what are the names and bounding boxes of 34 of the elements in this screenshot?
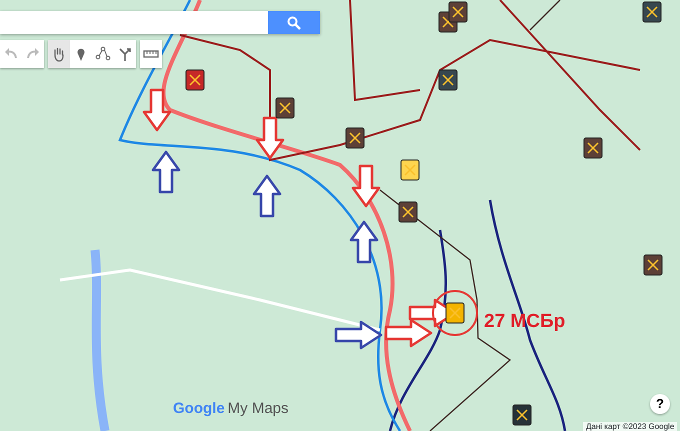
- unit-emblem-icon: [400, 160, 420, 180]
- unit-emblem-icon: [186, 70, 204, 90]
- counterattack-arrow: [350, 220, 378, 264]
- pan-tool-button[interactable]: [48, 40, 70, 68]
- unit-emblem-icon: [438, 70, 458, 90]
- counterattack-arrow: [252, 174, 282, 218]
- search-button[interactable]: [268, 11, 320, 34]
- unit-emblem-icon: [448, 2, 468, 22]
- search-field[interactable]: [0, 11, 268, 34]
- attack-arrow: [256, 116, 284, 160]
- help-button[interactable]: ?: [650, 394, 670, 414]
- ruler-button[interactable]: [140, 40, 162, 68]
- marker-tool-button[interactable]: [70, 40, 92, 68]
- unit-emblem-icon: [398, 202, 418, 222]
- unit-emblem-icon: [644, 254, 662, 276]
- route-tool-button[interactable]: [114, 40, 136, 68]
- unit-emblem-icon: [446, 302, 464, 324]
- attack-arrow: [384, 318, 432, 348]
- line-icon: [95, 46, 111, 62]
- attack-arrow: [352, 164, 380, 208]
- search-icon: [287, 16, 301, 30]
- product-name: My Maps: [228, 399, 289, 419]
- unit-emblem-icon: [642, 2, 662, 22]
- map-attribution: Дані карт ©2023 Google: [583, 422, 678, 431]
- google-logo: Google: [173, 399, 225, 419]
- unit-emblem-icon: [276, 98, 294, 118]
- counterattack-arrow: [152, 150, 180, 194]
- unit-emblem-icon: [346, 128, 364, 148]
- route-icon: [117, 46, 133, 62]
- unit-emblem-icon: [512, 404, 532, 426]
- unit-emblem-icon: [584, 138, 602, 158]
- highlight-circle: [432, 290, 478, 336]
- counterattack-arrow: [334, 320, 382, 350]
- attack-arrow: [142, 88, 172, 132]
